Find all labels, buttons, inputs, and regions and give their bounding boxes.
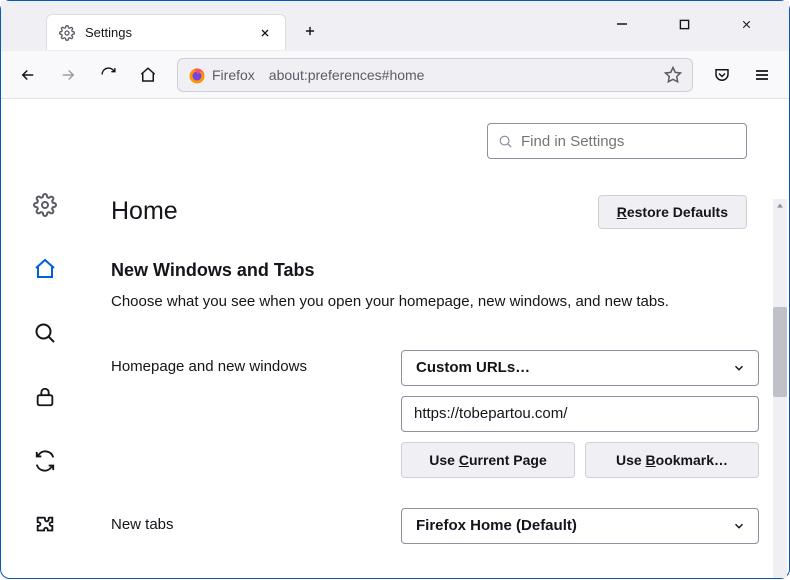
sidebar-item-general[interactable] [27,187,63,223]
scrollbar-up-icon[interactable] [773,199,787,213]
nav-toolbar: Firefox about:preferences#home [1,51,789,99]
homepage-row: Homepage and new windows Custom URLs… Us… [111,350,759,478]
use-bookmark-button[interactable]: Use Bookmark… [585,442,759,478]
titlebar: Settings [1,1,789,51]
gear-icon [59,25,75,41]
window-controls [605,9,789,39]
homepage-select-value: Custom URLs… [416,359,530,376]
sidebar-item-home[interactable] [27,251,63,287]
url-bar[interactable]: Firefox about:preferences#home [177,58,693,92]
firefox-icon [188,67,204,83]
tab-label: Settings [85,25,257,40]
settings-search-input[interactable] [521,133,736,150]
maximize-button[interactable] [667,9,701,39]
homepage-label: Homepage and new windows [111,350,381,375]
newtabs-select-value: Firefox Home (Default) [416,517,577,534]
sidebar-item-sync[interactable] [27,443,63,479]
close-window-button[interactable] [729,9,763,39]
forward-button[interactable] [51,58,85,92]
restore-defaults-button[interactable]: Restore Defaults [598,195,747,229]
content: Home Restore Defaults New Windows and Ta… [1,99,789,580]
chevron-down-icon [732,519,746,533]
browser-tab[interactable]: Settings [46,14,286,50]
search-icon [498,134,513,149]
sidebar [1,99,89,580]
homepage-select[interactable]: Custom URLs… [401,350,759,386]
bookmark-star-icon[interactable] [664,66,682,84]
use-current-page-button[interactable]: Use Current Page [401,442,575,478]
main-pane: Home Restore Defaults New Windows and Ta… [89,99,789,580]
url-prefix: Firefox [212,67,255,83]
newtabs-row: New tabs Firefox Home (Default) [111,508,759,544]
sidebar-item-search[interactable] [27,315,63,351]
home-button[interactable] [131,58,165,92]
back-button[interactable] [11,58,45,92]
newtabs-label: New tabs [111,508,381,533]
section-description: Choose what you see when you open your h… [111,291,759,314]
scrollbar-thumb[interactable] [773,307,787,397]
homepage-url-input[interactable] [401,396,759,432]
url-path: about:preferences#home [269,67,656,83]
app-menu-button[interactable] [745,58,779,92]
minimize-button[interactable] [605,9,639,39]
section-heading: New Windows and Tabs [111,260,759,281]
chevron-down-icon [732,361,746,375]
sidebar-item-privacy[interactable] [27,379,63,415]
close-icon[interactable] [257,25,273,41]
reload-button[interactable] [91,58,125,92]
newtabs-select[interactable]: Firefox Home (Default) [401,508,759,544]
sidebar-item-extensions[interactable] [27,507,63,543]
pocket-button[interactable] [705,58,739,92]
settings-search[interactable] [487,123,747,159]
new-tab-button[interactable] [294,15,326,47]
